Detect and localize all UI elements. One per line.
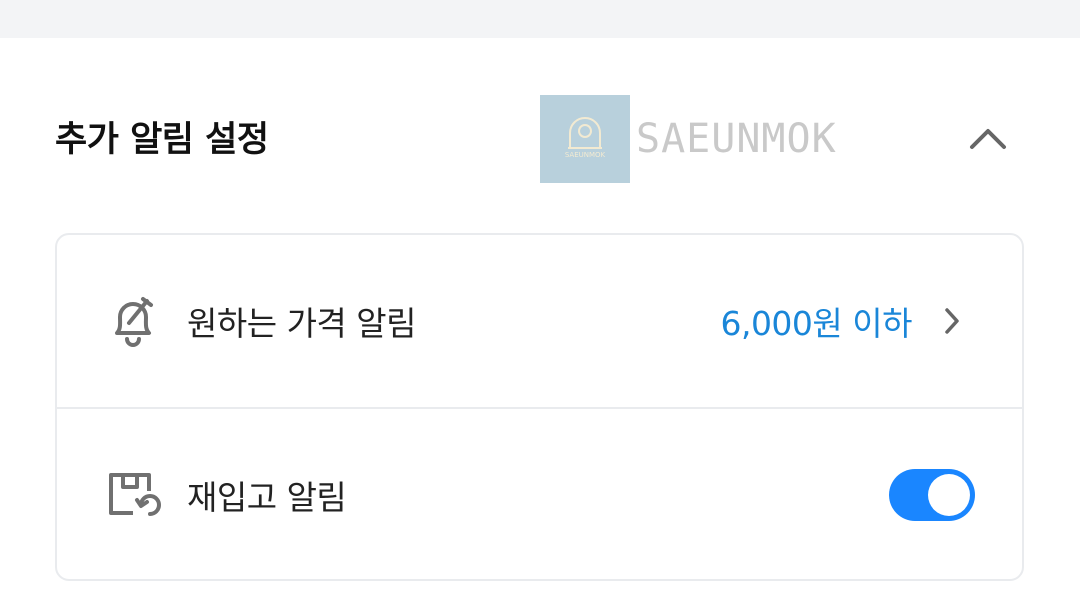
watermark-logo: SAEUNMOK	[540, 95, 630, 183]
price-alert-label: 원하는 가격 알림	[187, 304, 417, 343]
toggle-knob	[928, 474, 970, 516]
chevron-up-icon	[970, 129, 1006, 149]
watermark-logo-text: SAEUNMOK	[565, 151, 606, 159]
section-title: 추가 알림 설정	[55, 120, 269, 160]
alert-settings-card: 원하는 가격 알림 6,000원 이하 재입고 알림	[55, 233, 1024, 581]
restock-alert-row: 재입고 알림	[57, 407, 1022, 581]
collapse-button[interactable]	[962, 118, 1014, 158]
price-alert-row[interactable]: 원하는 가격 알림 6,000원 이하	[57, 235, 1022, 407]
chevron-right-icon	[940, 301, 964, 341]
price-alert-value: 6,000원 이하	[720, 304, 912, 343]
watermark-text: SAEUNMOK	[636, 116, 837, 162]
bell-icon	[105, 293, 161, 349]
watermark: SAEUNMOK SAEUNMOK	[540, 95, 837, 183]
restock-alert-toggle[interactable]	[889, 469, 975, 521]
restock-alert-label: 재입고 알림	[187, 478, 347, 517]
top-band	[0, 0, 1080, 38]
restock-box-icon	[105, 467, 161, 523]
